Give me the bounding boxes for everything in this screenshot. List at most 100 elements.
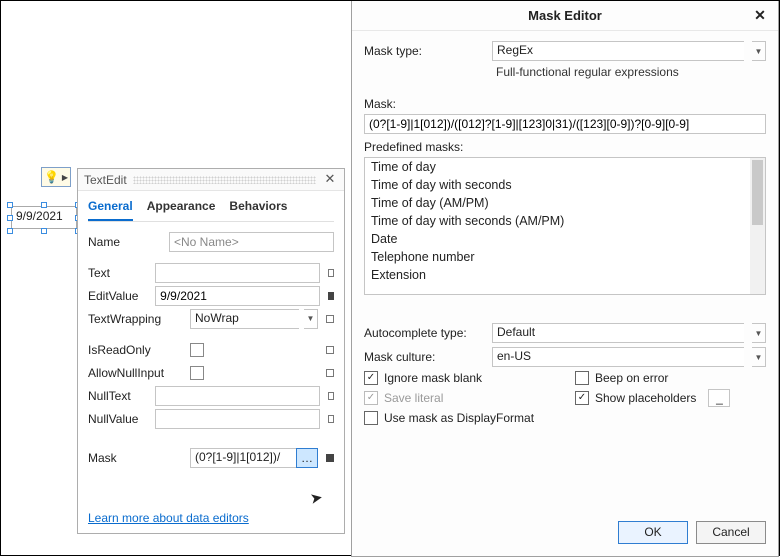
culture-label: Mask culture: xyxy=(364,350,484,364)
option-label: Show placeholders xyxy=(595,391,696,405)
cancel-button[interactable]: Cancel xyxy=(696,521,766,544)
resize-handle[interactable] xyxy=(7,202,13,208)
mask-label: Mask xyxy=(88,451,184,465)
name-input[interactable] xyxy=(169,232,334,252)
isreadonly-label: IsReadOnly xyxy=(88,343,184,357)
list-item[interactable]: Time of day (AM/PM) xyxy=(365,194,765,212)
nulltext-row: NullText xyxy=(88,384,334,407)
ignore-mask-blank-option[interactable]: Ignore mask blank xyxy=(364,371,555,385)
save-literal-option: Save literal xyxy=(364,389,555,407)
option-label: Beep on error xyxy=(595,371,668,385)
beep-on-error-option[interactable]: Beep on error xyxy=(575,371,766,385)
nullvalue-row: NullValue xyxy=(88,407,334,430)
chevron-down-icon[interactable]: ▼ xyxy=(752,41,766,61)
name-row: Name xyxy=(88,230,334,253)
property-marker[interactable] xyxy=(326,346,334,354)
tab-behaviors[interactable]: Behaviors xyxy=(229,199,287,221)
list-item[interactable]: Telephone number xyxy=(365,248,765,266)
masktype-note: Full-functional regular expressions xyxy=(496,65,766,79)
checkbox-icon[interactable] xyxy=(575,391,589,405)
list-item[interactable]: Time of day with seconds xyxy=(365,176,765,194)
predefined-masks-list[interactable]: Time of day Time of day with seconds Tim… xyxy=(364,157,766,295)
lightbulb-icon: 💡 xyxy=(44,171,59,183)
list-item[interactable]: Time of day xyxy=(365,158,765,176)
property-popup-title: TextEdit xyxy=(84,173,127,187)
resize-handle[interactable] xyxy=(41,228,47,234)
mask-row: Mask (0?[1-9]|1[012])/ … xyxy=(88,446,334,469)
app-stage: 💡 ▶ 9/9/2021 TextEdit ✕ General Appearan… xyxy=(0,0,780,556)
show-placeholders-option[interactable]: Show placeholders _ xyxy=(575,389,766,407)
masktype-label: Mask type: xyxy=(364,44,484,58)
textwrapping-select[interactable]: NoWrap xyxy=(190,309,299,329)
option-label: Use mask as DisplayFormat xyxy=(384,411,534,425)
dialog-title-bar: Mask Editor ✕ xyxy=(352,1,778,31)
masktype-select[interactable]: RegEx xyxy=(492,41,744,61)
chevron-down-icon[interactable]: ▼ xyxy=(752,323,766,343)
culture-row: Mask culture: en-US ▼ xyxy=(364,347,766,367)
property-marker[interactable] xyxy=(326,369,334,377)
editvalue-row: EditValue xyxy=(88,284,334,307)
nullvalue-label: NullValue xyxy=(88,412,149,426)
drag-grip-icon xyxy=(133,176,316,184)
nulltext-label: NullText xyxy=(88,389,149,403)
list-item[interactable]: Date xyxy=(365,230,765,248)
property-marker[interactable] xyxy=(328,415,334,423)
resize-handle[interactable] xyxy=(41,202,47,208)
mask-field-input[interactable] xyxy=(364,114,766,134)
text-input[interactable] xyxy=(155,263,320,283)
smart-tag-button[interactable]: 💡 ▶ xyxy=(41,167,71,187)
name-label: Name xyxy=(88,235,163,249)
autocomplete-select[interactable]: Default xyxy=(492,323,744,343)
mask-editor-dialog: Mask Editor ✕ Mask type: RegEx ▼ Full-fu… xyxy=(351,1,779,557)
checkbox-icon[interactable] xyxy=(364,411,378,425)
property-marker[interactable] xyxy=(326,315,334,323)
chevron-right-icon: ▶ xyxy=(62,173,68,182)
resize-handle[interactable] xyxy=(7,228,13,234)
allownull-label: AllowNullInput xyxy=(88,366,184,380)
mask-input[interactable]: (0?[1-9]|1[012])/ xyxy=(190,448,296,468)
designer-textedit-preview[interactable]: 9/9/2021 xyxy=(11,206,77,229)
chevron-down-icon[interactable]: ▼ xyxy=(752,347,766,367)
ok-button[interactable]: OK xyxy=(618,521,688,544)
culture-select[interactable]: en-US xyxy=(492,347,744,367)
checkbox-icon[interactable] xyxy=(575,371,589,385)
property-marker[interactable] xyxy=(328,269,334,277)
dialog-button-bar: OK Cancel xyxy=(618,521,766,544)
learn-more-link[interactable]: Learn more about data editors xyxy=(88,499,334,525)
checkbox-icon[interactable] xyxy=(364,371,378,385)
isreadonly-row: IsReadOnly xyxy=(88,338,334,361)
close-icon[interactable]: ✕ xyxy=(322,172,338,188)
masktype-row: Mask type: RegEx ▼ xyxy=(364,41,766,61)
property-marker[interactable] xyxy=(328,392,334,400)
textwrapping-label: TextWrapping xyxy=(88,312,184,326)
isreadonly-checkbox[interactable] xyxy=(190,343,204,357)
nullvalue-input[interactable] xyxy=(155,409,320,429)
property-marker[interactable] xyxy=(326,454,334,462)
property-marker[interactable] xyxy=(328,292,334,300)
predefined-masks-label: Predefined masks: xyxy=(364,140,766,154)
option-label: Ignore mask blank xyxy=(384,371,482,385)
checkbox-icon xyxy=(364,391,378,405)
property-popup: TextEdit ✕ General Appearance Behaviors … xyxy=(77,168,345,534)
mask-ellipsis-button[interactable]: … xyxy=(296,448,318,468)
tab-appearance[interactable]: Appearance xyxy=(147,199,216,221)
allownull-row: AllowNullInput xyxy=(88,361,334,384)
editvalue-input[interactable] xyxy=(155,286,320,306)
options-grid: Ignore mask blank Beep on error Save lit… xyxy=(364,371,766,425)
list-item[interactable]: Extension xyxy=(365,266,765,284)
placeholder-char-input[interactable]: _ xyxy=(708,389,730,407)
nulltext-input[interactable] xyxy=(155,386,320,406)
resize-handle[interactable] xyxy=(7,215,13,221)
list-item[interactable]: Time of day with seconds (AM/PM) xyxy=(365,212,765,230)
autocomplete-label: Autocomplete type: xyxy=(364,326,484,340)
chevron-down-icon[interactable]: ▼ xyxy=(304,309,318,329)
dialog-body: Mask type: RegEx ▼ Full-functional regul… xyxy=(352,31,778,556)
close-icon[interactable]: ✕ xyxy=(750,5,770,25)
use-mask-as-displayformat-option[interactable]: Use mask as DisplayFormat xyxy=(364,411,555,425)
scrollbar-thumb[interactable] xyxy=(752,160,763,225)
allownull-checkbox[interactable] xyxy=(190,366,204,380)
editvalue-label: EditValue xyxy=(88,289,149,303)
property-popup-header: TextEdit ✕ xyxy=(78,169,344,191)
tab-general[interactable]: General xyxy=(88,199,133,221)
dialog-title: Mask Editor xyxy=(528,8,602,23)
